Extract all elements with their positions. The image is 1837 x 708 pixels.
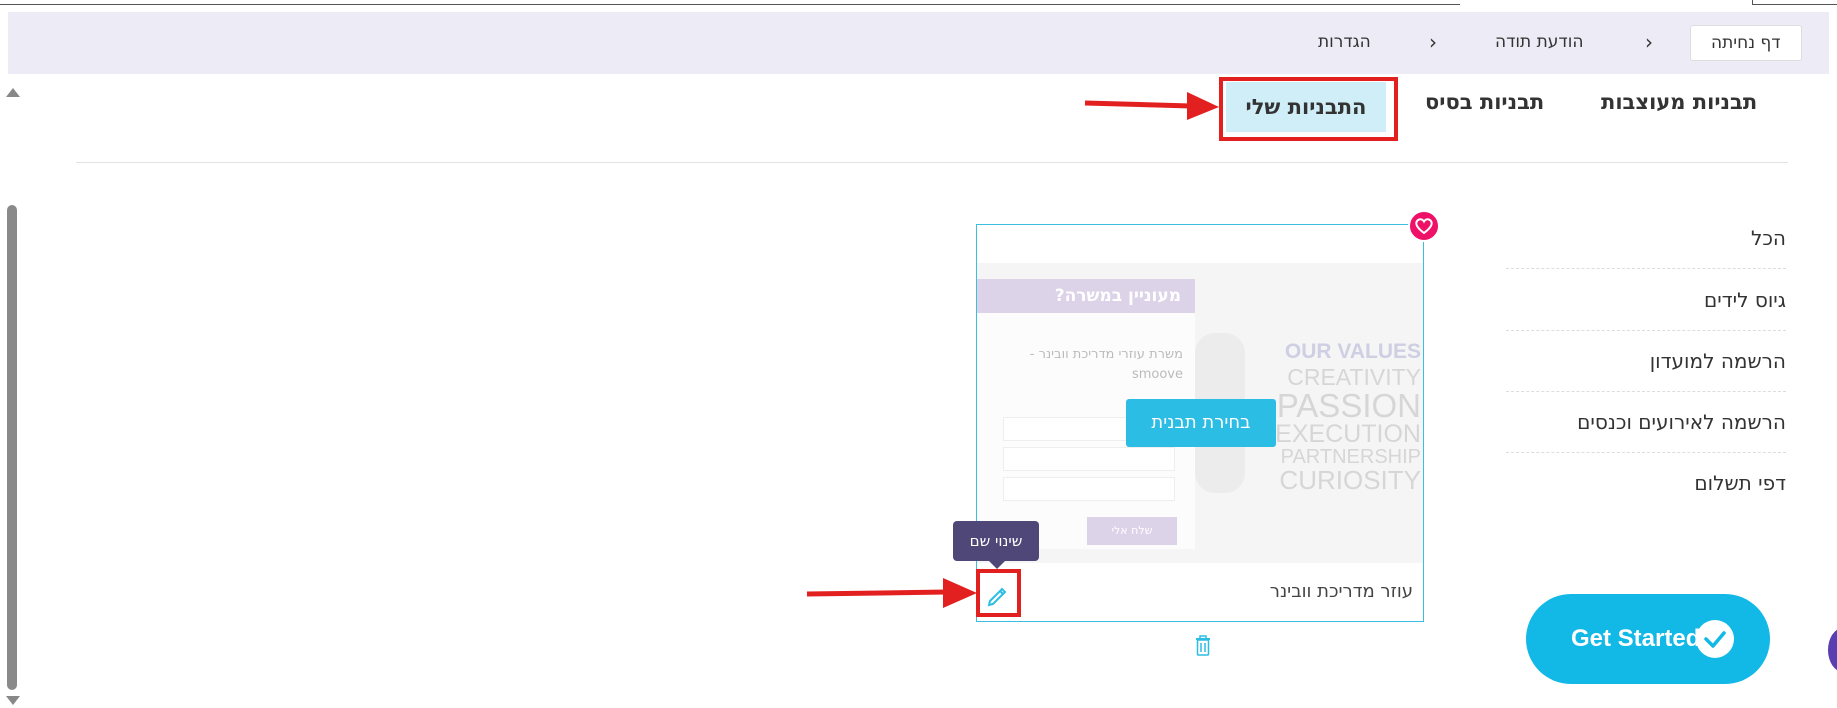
template-name: עוזר מדריכת וובינר <box>1269 581 1413 602</box>
annotation-arrow <box>806 578 977 608</box>
scroll-down-arrow-icon[interactable] <box>6 696 20 705</box>
heart-icon[interactable] <box>1408 210 1440 242</box>
annotation-highlight-box <box>1219 77 1398 141</box>
preview-subtext: משרת עוזרי מדריכת וובינר - smoove <box>1029 347 1183 382</box>
check-icon <box>1696 620 1734 658</box>
get-started-label: Get Started <box>1571 625 1701 652</box>
category-events-registration[interactable]: הרשמה לאירועים וכנסים <box>1506 410 1786 434</box>
category-separator <box>1506 268 1786 269</box>
annotation-highlight-box <box>976 569 1021 617</box>
category-separator <box>1506 330 1786 331</box>
rename-tooltip: שינוי שם <box>953 521 1039 561</box>
preview-heading: מעוניין במשרה? <box>977 279 1195 313</box>
category-payment-pages[interactable]: דפי תשלום <box>1506 471 1786 495</box>
category-separator <box>1506 452 1786 453</box>
tabs-divider <box>76 162 1788 163</box>
category-club-registration[interactable]: הרשמה למועדון <box>1506 349 1786 373</box>
annotation-arrow <box>1084 92 1219 120</box>
category-lead-generation[interactable]: גיוס לידים <box>1506 288 1786 312</box>
top-right-box <box>1752 0 1837 5</box>
preview-value: CREATIVITY <box>1287 364 1421 390</box>
scroll-up-arrow-icon[interactable] <box>6 88 20 97</box>
trash-icon[interactable] <box>1193 634 1213 658</box>
wizard-step-settings[interactable]: הגדרות <box>1318 25 1371 59</box>
tab-basic-templates[interactable]: תבניות בסיס <box>1425 90 1544 114</box>
category-all[interactable]: הכל <box>1506 226 1786 250</box>
wizard-step-thank-you[interactable]: הודעת תודה <box>1495 25 1583 59</box>
tooltip-arrow <box>988 560 1006 569</box>
preview-button: שלח אלי <box>1087 517 1177 545</box>
choose-template-button[interactable]: בחירת תבנית <box>1126 399 1276 447</box>
preview-field <box>1003 447 1175 471</box>
preview-field <box>1003 477 1175 501</box>
preview-value: PARTNERSHIP <box>1280 446 1421 468</box>
top-border-line <box>0 0 1460 5</box>
preview-values-title: OUR VALUES <box>1284 340 1421 363</box>
get-started-button[interactable]: Get Started <box>1526 594 1770 684</box>
tab-designed-templates[interactable]: תבניות מעוצבות <box>1601 90 1757 114</box>
preview-value: CURIOSITY <box>1279 465 1421 495</box>
chevron-icon: › <box>1429 30 1437 54</box>
chevron-icon: › <box>1645 30 1653 54</box>
category-separator <box>1506 391 1786 392</box>
wizard-step-landing-page[interactable]: דף נחיתה <box>1690 25 1802 61</box>
chat-widget-icon[interactable] <box>1828 628 1837 672</box>
template-card[interactable]: מעוניין במשרה? משרת עוזרי מדריכת וובינר … <box>976 224 1424 622</box>
scroll-thumb[interactable] <box>7 205 17 690</box>
